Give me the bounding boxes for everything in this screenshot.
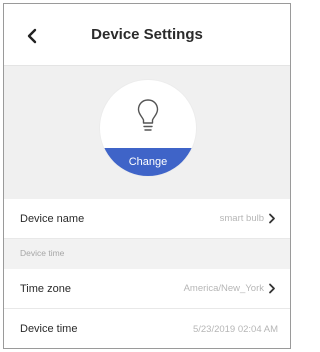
device-settings-screen: Device Settings Change Device name smart… <box>3 3 291 349</box>
device-image-section: Change <box>4 66 290 199</box>
device-name-row[interactable]: Device name smart bulb <box>4 199 290 239</box>
lightbulb-icon <box>137 99 159 131</box>
device-name-label: Device name <box>20 212 85 225</box>
device-time-label: Device time <box>20 323 78 335</box>
section-label: Device time <box>20 248 65 258</box>
time-zone-label: Time zone <box>20 282 71 295</box>
page-title: Device Settings <box>91 26 203 43</box>
time-zone-row[interactable]: Time zone America/New_York <box>4 269 290 309</box>
change-label: Change <box>128 156 168 168</box>
device-name-value: smart bulb <box>219 213 264 224</box>
chevron-right-icon <box>268 283 278 295</box>
header-bar: Device Settings <box>4 4 290 66</box>
device-image-button[interactable]: Change <box>100 80 196 176</box>
time-zone-value: America/New_York <box>183 283 264 294</box>
device-time-value: 5/23/2019 02:04 AM <box>192 323 278 335</box>
change-image-button[interactable]: Change <box>100 148 196 176</box>
chevron-right-icon <box>268 213 278 225</box>
section-header-device-time: Device time <box>4 239 290 269</box>
device-time-row: Device time 5/23/2019 02:04 AM <box>4 309 290 348</box>
